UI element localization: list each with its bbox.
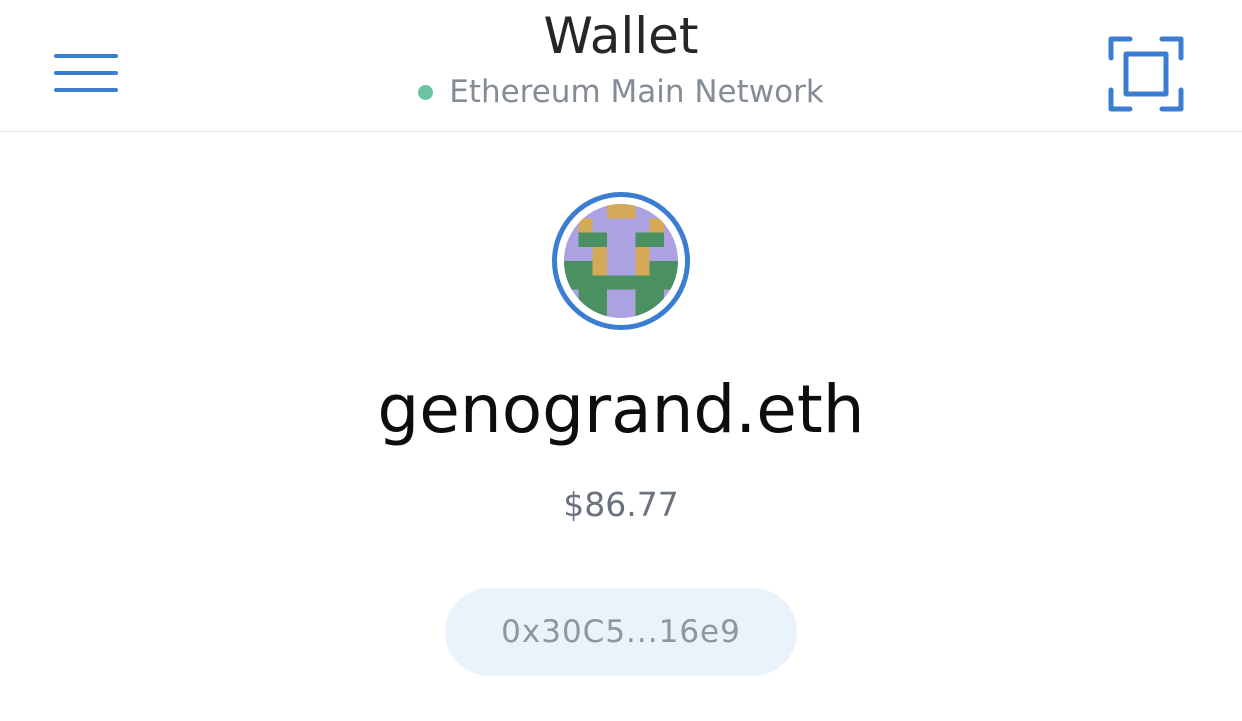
account-avatar[interactable] bbox=[552, 192, 690, 330]
header-title-group: Wallet Ethereum Main Network bbox=[0, 6, 1242, 112]
account-name[interactable]: genogrand.eth bbox=[0, 368, 1242, 452]
qr-scan-icon[interactable] bbox=[1108, 36, 1184, 112]
identicon-avatar bbox=[564, 204, 678, 318]
network-status-dot bbox=[418, 84, 434, 100]
network-name: Ethereum Main Network bbox=[449, 74, 824, 110]
page-title: Wallet bbox=[543, 7, 699, 65]
network-selector[interactable]: Ethereum Main Network bbox=[418, 72, 824, 112]
app-header: Wallet Ethereum Main Network bbox=[0, 0, 1242, 132]
copy-address-button[interactable]: 0x30C5...16e9 bbox=[445, 588, 797, 676]
account-balance: $86.77 bbox=[563, 485, 679, 524]
